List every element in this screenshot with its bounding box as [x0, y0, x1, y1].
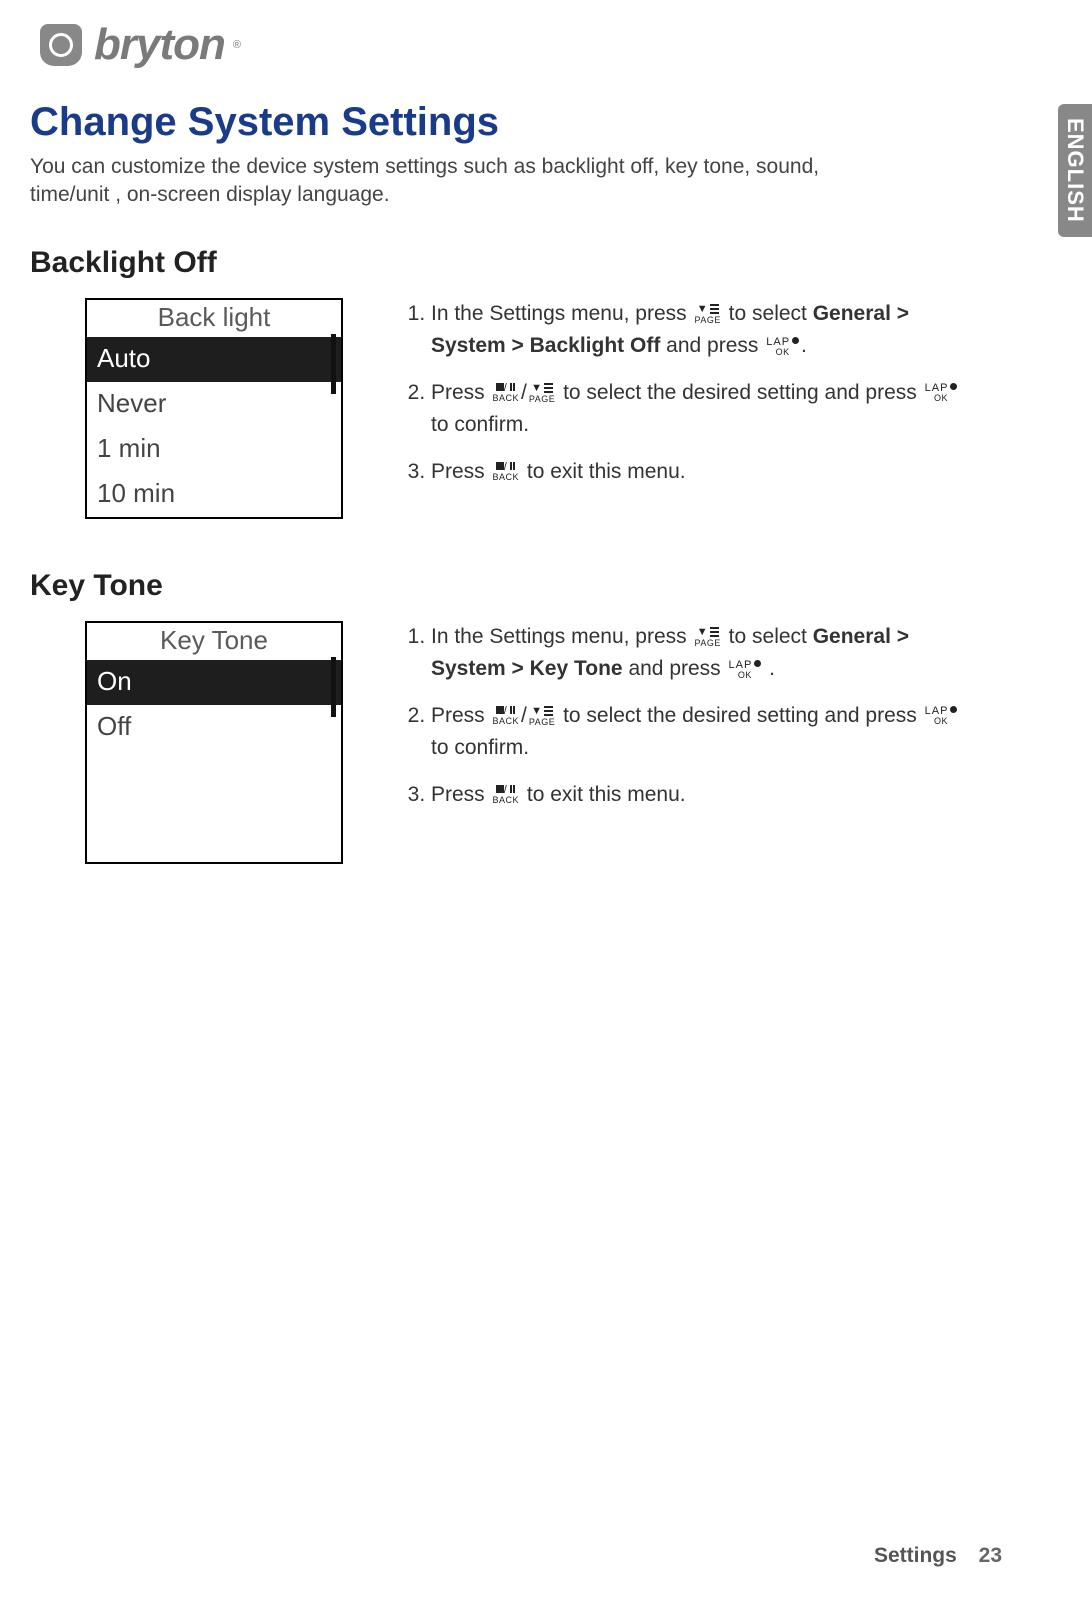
back-stop-icon: /BACK: [493, 785, 520, 805]
section-body-backlight: Back light Auto Never 1 min 10 min In th…: [30, 298, 1032, 519]
step-3: Press /BACK to exit this menu.: [431, 456, 971, 489]
page-down-icon: ▼PAGE: [694, 304, 720, 325]
steps-list-keytone: In the Settings menu, press ▼PAGE to sel…: [403, 621, 971, 826]
footer-section: Settings: [874, 1544, 957, 1567]
brand-header: bryton ®: [30, 20, 1032, 70]
device-screen-keytone: Key Tone On Off: [85, 621, 343, 864]
steps-list-backlight: In the Settings menu, press ▼PAGE to sel…: [403, 298, 971, 503]
lap-ok-icon: LAPOK: [729, 660, 762, 680]
back-stop-icon: /BACK: [493, 706, 520, 726]
page-down-icon: ▼PAGE: [529, 706, 555, 727]
intro-text: You can customize the device system sett…: [30, 153, 900, 210]
step-2: Press /BACK/▼PAGE to select the desired …: [431, 377, 971, 442]
step-1: In the Settings menu, press ▼PAGE to sel…: [431, 298, 971, 363]
lap-ok-icon: LAPOK: [925, 383, 958, 403]
step-1: In the Settings menu, press ▼PAGE to sel…: [431, 621, 971, 686]
brand-logo-icon: [40, 24, 82, 66]
page-down-icon: ▼PAGE: [694, 627, 720, 648]
lap-ok-icon: LAPOK: [766, 337, 799, 357]
device-screen-backlight: Back light Auto Never 1 min 10 min: [85, 298, 343, 519]
step-2: Press /BACK/▼PAGE to select the desired …: [431, 700, 971, 765]
screen-title: Key Tone: [87, 623, 341, 660]
page-number: 23: [979, 1544, 1002, 1567]
section-heading-keytone: Key Tone: [30, 569, 1032, 603]
empty-space: [87, 750, 341, 862]
list-item: On: [87, 660, 341, 705]
section-body-keytone: Key Tone On Off In the Settings menu, pr…: [30, 621, 1032, 864]
list-item: 1 min: [87, 427, 341, 472]
list-item: Never: [87, 382, 341, 427]
back-stop-icon: /BACK: [493, 462, 520, 482]
page-down-icon: ▼PAGE: [529, 383, 555, 404]
language-tab: ENGLISH: [1058, 104, 1092, 237]
scrollbar-thumb: [331, 657, 336, 717]
footer: Settings 23: [874, 1544, 1002, 1568]
page-title: Change System Settings: [30, 100, 1032, 145]
brand-name: bryton: [94, 20, 225, 70]
section-heading-backlight: Backlight Off: [30, 246, 1032, 280]
list-item: 10 min: [87, 472, 341, 517]
scrollbar-thumb: [331, 334, 336, 394]
registered-mark: ®: [233, 39, 241, 51]
lap-ok-icon: LAPOK: [925, 706, 958, 726]
list-item: Off: [87, 705, 341, 750]
step-3: Press /BACK to exit this menu.: [431, 779, 971, 812]
screen-title: Back light: [87, 300, 341, 337]
list-item: Auto: [87, 337, 341, 382]
back-stop-icon: /BACK: [493, 383, 520, 403]
